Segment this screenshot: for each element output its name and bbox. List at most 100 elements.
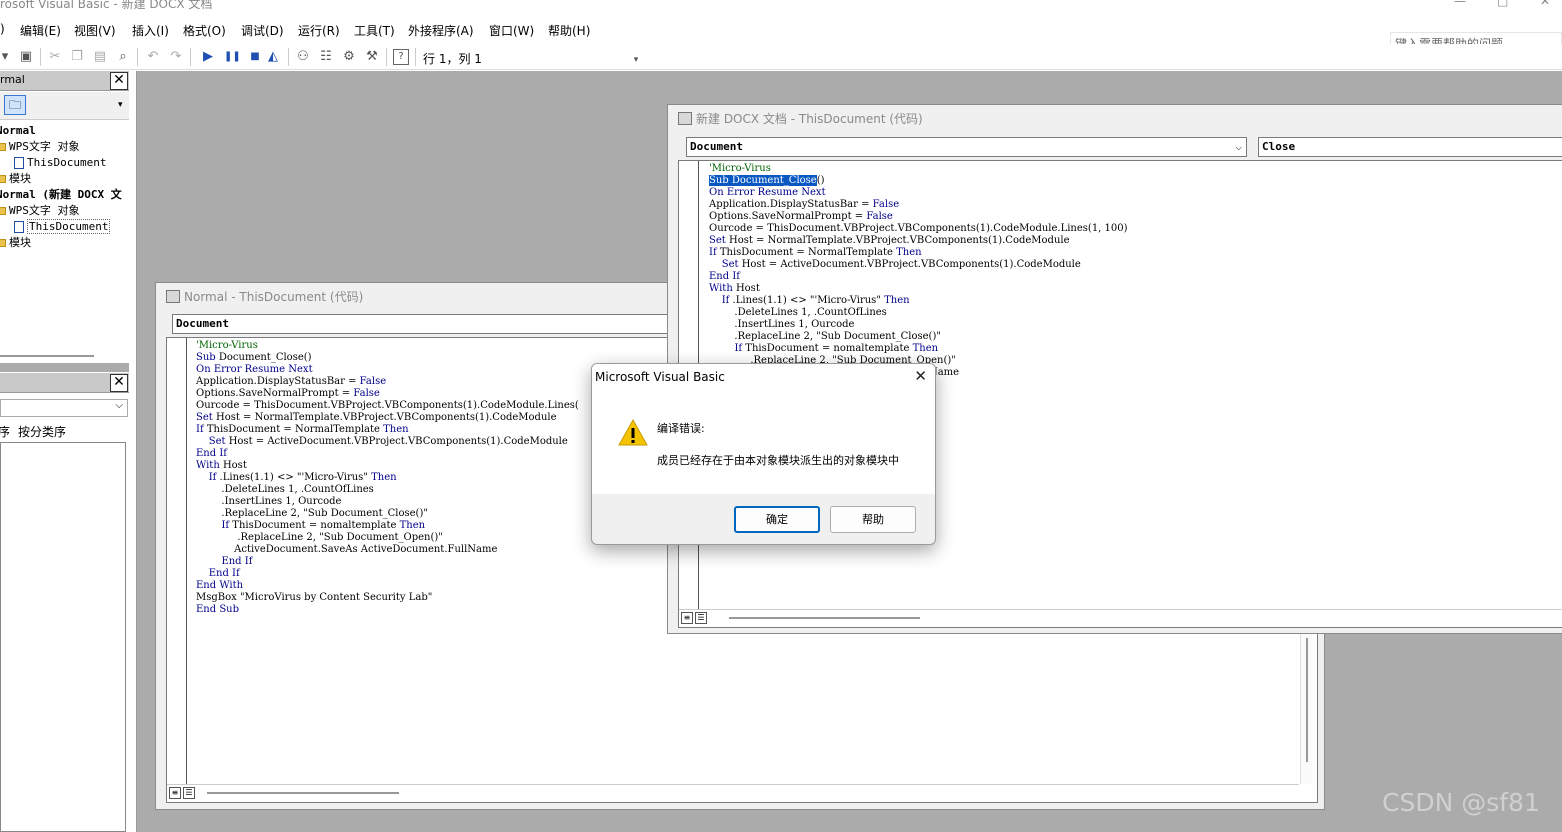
pause-icon[interactable]: ❚❚ [224, 49, 241, 65]
code-line[interactable]: 'Micro-Virus [709, 163, 1128, 175]
tree-node-thisdocument[interactable]: ThisDocument [14, 219, 129, 235]
paste-icon[interactable]: ▤ [92, 49, 108, 65]
code-line[interactable]: ActiveDocument.SaveAs ActiveDocument.Ful… [196, 544, 579, 556]
code-line[interactable]: .InsertLines 1, Ourcode [196, 496, 579, 508]
menu-window[interactable]: 窗口(W) [489, 22, 534, 39]
stop-icon[interactable]: ■ [247, 49, 263, 65]
redo-icon[interactable]: ↷ [168, 49, 184, 65]
code-line[interactable]: Options.SaveNormalPrompt = False [196, 388, 579, 400]
code-line[interactable]: Ourcode = ThisDocument.VBProject.VBCompo… [709, 223, 1128, 235]
code-text[interactable]: 'Micro-Virus Sub Document_Close() On Error… [196, 340, 579, 616]
project-hscroll-thumb[interactable] [0, 355, 94, 357]
code-line[interactable]: If .Lines(1.1) <> "'Micro-Virus" Then [196, 472, 579, 484]
code-line[interactable]: End With [196, 580, 579, 592]
pane-splitter[interactable] [0, 363, 129, 372]
code-line[interactable]: Set Host = NormalTemplate.VBProject.VBCo… [709, 235, 1128, 247]
toolbar-options-icon[interactable]: ▾ [628, 52, 644, 68]
tab-alphabetic[interactable]: 序 [0, 423, 10, 440]
run-icon[interactable]: ▶ [200, 49, 216, 65]
procedure-combo[interactable]: Close [1258, 137, 1562, 157]
menu-format[interactable]: 格式(O) [183, 22, 226, 39]
chevron-down-icon[interactable]: ▾ [118, 100, 123, 110]
copy-icon[interactable]: ❐ [69, 49, 85, 65]
code-line[interactable]: Application.DisplayStatusBar = False [196, 376, 579, 388]
full-module-view-icon[interactable]: ☰ [695, 612, 707, 624]
code-line[interactable]: On Error Resume Next [709, 187, 1128, 199]
code-line[interactable]: End If [196, 568, 579, 580]
tree-node-wps-objects[interactable]: WPS文字 对象 [0, 203, 129, 219]
code-line[interactable]: Set Host = ActiveDocument.VBProject.VBCo… [709, 259, 1128, 271]
tree-node-normal-docx[interactable]: Normal (新建 DOCX 文 [0, 187, 129, 203]
dropdown-arrow-icon[interactable]: ▾ [0, 49, 10, 65]
menu-run[interactable]: 运行(R) [298, 22, 340, 39]
code-line[interactable]: MsgBox "MicroVirus by Content Security L… [196, 592, 579, 604]
close-icon[interactable]: ✕ [110, 72, 128, 90]
code-line[interactable]: End If [709, 271, 1128, 283]
menu-help[interactable]: 帮助(H) [548, 22, 590, 39]
dialog-close-icon[interactable]: ✕ [914, 367, 927, 385]
menu-edit[interactable]: 编辑(E) [20, 22, 61, 39]
code-line[interactable]: If ThisDocument = NormalTemplate Then [709, 247, 1128, 259]
maximize-button[interactable]: □ [1497, 0, 1508, 8]
tree-node-thisdocument[interactable]: ThisDocument [14, 155, 129, 171]
code-line[interactable]: Application.DisplayStatusBar = False [709, 199, 1128, 211]
toolbox-icon[interactable]: ⚒ [364, 49, 380, 65]
object-combo[interactable]: Document [172, 314, 692, 334]
full-module-view-icon[interactable]: ☰ [183, 787, 195, 799]
code-line[interactable]: End If [196, 448, 579, 460]
menu-view[interactable]: 视图(V) [74, 22, 116, 39]
vscroll-thumb[interactable] [1306, 638, 1308, 762]
help-icon[interactable]: ? [393, 49, 409, 65]
object-browser-icon[interactable]: ⚙ [341, 49, 357, 65]
properties-object-select[interactable]: ⌵ [0, 399, 128, 417]
code-line[interactable]: On Error Resume Next [196, 364, 579, 376]
horizontal-scrollbar[interactable]: ≡ ☰ [679, 609, 1562, 627]
code-line[interactable]: With Host [709, 283, 1128, 295]
cut-icon[interactable]: ✂ [47, 49, 63, 65]
tree-node-modules[interactable]: 模块 [0, 235, 129, 251]
code-line[interactable]: Sub Document_Close() [709, 175, 1128, 187]
code-line[interactable]: If ThisDocument = NormalTemplate Then [196, 424, 579, 436]
code-line[interactable]: If ThisDocument = nomaltemplate Then [196, 520, 579, 532]
close-icon[interactable]: ✕ [110, 374, 128, 392]
menu-insert[interactable]: 插入(I) [132, 22, 169, 39]
menu-file[interactable]: ) [0, 22, 5, 36]
code-line[interactable]: If .Lines(1.1) <> "'Micro-Virus" Then [709, 295, 1128, 307]
menu-addins[interactable]: 外接程序(A) [408, 22, 474, 39]
code-line[interactable]: If ThisDocument = nomaltemplate Then [709, 343, 1128, 355]
tree-node-wps-objects[interactable]: WPS文字 对象 [0, 139, 129, 155]
undo-icon[interactable]: ↶ [145, 49, 161, 65]
save-icon[interactable]: ▣ [18, 49, 34, 65]
code-line[interactable]: Set Host = ActiveDocument.VBProject.VBCo… [196, 436, 579, 448]
code-line[interactable]: Ourcode = ThisDocument.VBProject.VBCompo… [196, 400, 579, 412]
tree-node-modules[interactable]: 模块 [0, 171, 129, 187]
menu-debug[interactable]: 调试(D) [241, 22, 284, 39]
code-line[interactable]: .DeleteLines 1, .CountOfLines [196, 484, 579, 496]
tree-node-normal[interactable]: Normal [0, 123, 129, 139]
code-line[interactable]: 'Micro-Virus [196, 340, 579, 352]
code-line[interactable]: .ReplaceLine 2, "Sub Document_Open()" [196, 532, 579, 544]
code-line[interactable]: .ReplaceLine 2, "Sub Document_Close()" [196, 508, 579, 520]
code-line[interactable]: End If [196, 556, 579, 568]
toggle-folders-icon[interactable]: 🗀 [4, 95, 26, 115]
hscroll-thumb[interactable] [729, 617, 920, 619]
code-line[interactable]: .ReplaceLine 2, "Sub Document_Close()" [709, 331, 1128, 343]
minimize-button[interactable]: — [1454, 0, 1466, 8]
ok-button[interactable]: 确定 [734, 506, 820, 533]
find-icon[interactable]: ⌕ [115, 49, 131, 65]
code-line[interactable]: End Sub [196, 604, 579, 616]
code-line[interactable]: .InsertLines 1, Ourcode [709, 319, 1128, 331]
code-line[interactable]: Options.SaveNormalPrompt = False [709, 211, 1128, 223]
procedure-view-icon[interactable]: ≡ [681, 612, 693, 624]
properties-icon[interactable]: ☷ [318, 49, 334, 65]
design-mode-icon[interactable]: ◭ [265, 49, 281, 65]
object-combo[interactable]: Document ⌵ [686, 137, 1247, 157]
hscroll-thumb[interactable] [207, 792, 399, 794]
code-line[interactable]: .DeleteLines 1, .CountOfLines [709, 307, 1128, 319]
procedure-view-icon[interactable]: ≡ [169, 787, 181, 799]
properties-grid[interactable] [0, 442, 126, 832]
code-line[interactable]: Sub Document_Close() [196, 352, 579, 364]
code-line[interactable]: With Host [196, 460, 579, 472]
help-button[interactable]: 帮助 [830, 506, 916, 533]
menu-tools[interactable]: 工具(T) [354, 22, 395, 39]
